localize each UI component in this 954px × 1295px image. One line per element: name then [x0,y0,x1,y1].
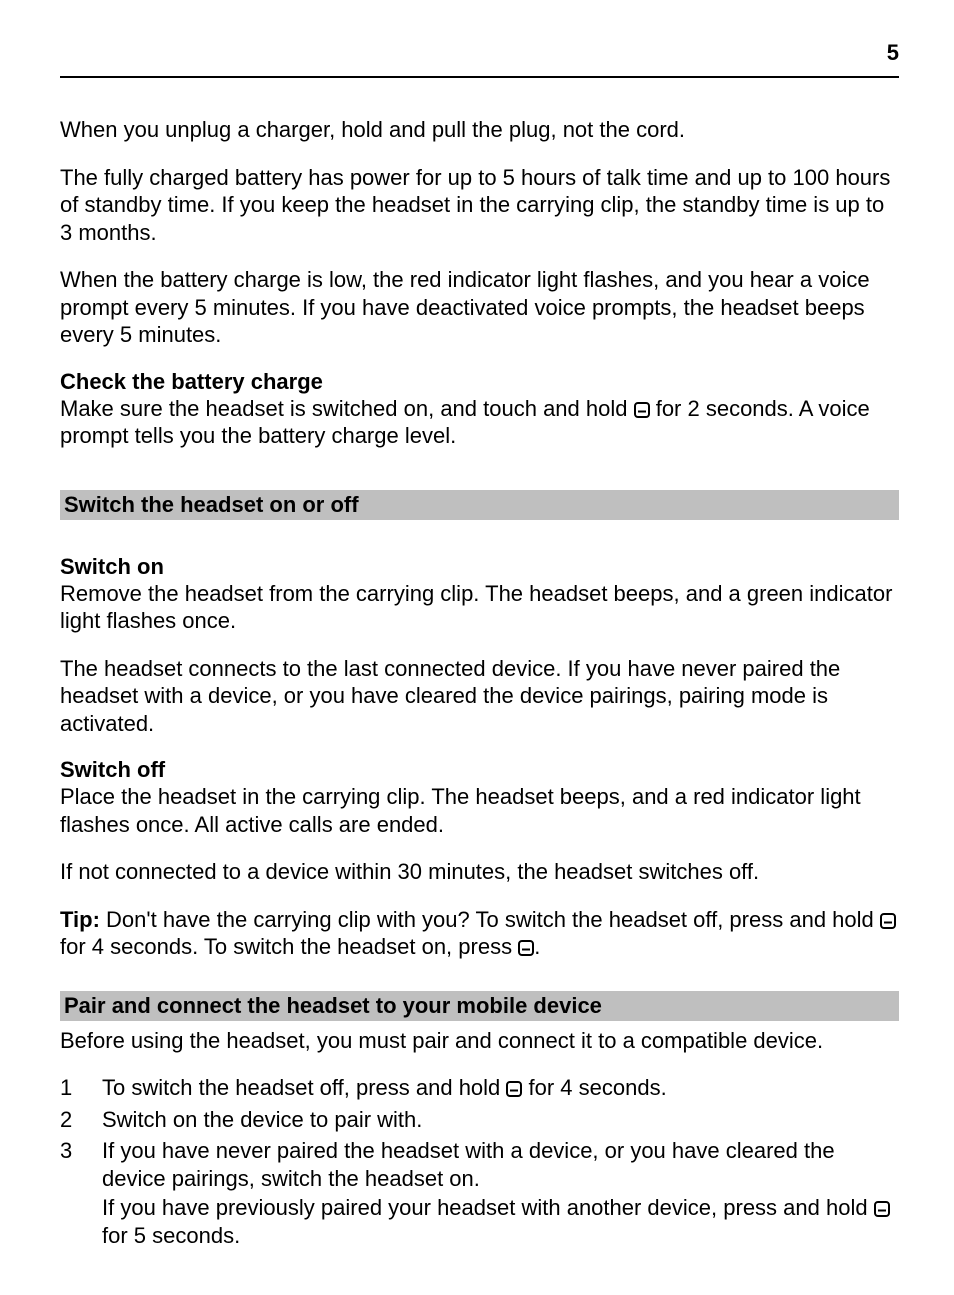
text: for 5 seconds. [102,1223,240,1248]
text: Don't have the carrying clip with you? T… [100,907,880,932]
text: for 4 seconds. To switch the headset on,… [60,934,518,959]
page-number: 5 [60,40,899,78]
text: . [534,934,540,959]
paragraph: When the battery charge is low, the red … [60,266,899,349]
section-heading-switch: Switch the headset on or off [60,490,899,520]
multifunction-key-icon [506,1081,522,1097]
text: Switch on the device to pair with. [102,1107,422,1132]
paragraph: When you unplug a charger, hold and pull… [60,116,899,144]
paragraph: Remove the headset from the carrying cli… [60,580,899,635]
text: Make sure the headset is switched on, an… [60,396,634,421]
paragraph: Make sure the headset is switched on, an… [60,395,899,450]
paragraph: Place the headset in the carrying clip. … [60,783,899,838]
document-page: 5 When you unplug a charger, hold and pu… [0,0,954,1295]
step-number: 1 [60,1074,102,1102]
text: To switch the headset off, press and hol… [102,1075,506,1100]
text: If you have never paired the headset wit… [102,1137,899,1192]
step-number: 2 [60,1106,102,1134]
subheading-switch-off: Switch off [60,757,899,783]
multifunction-key-icon [874,1201,890,1217]
text: for 4 seconds. [522,1075,666,1100]
paragraph: The fully charged battery has power for … [60,164,899,247]
subheading-check-battery: Check the battery charge [60,369,899,395]
list-item: 2 Switch on the device to pair with. [60,1106,899,1134]
multifunction-key-icon [880,913,896,929]
multifunction-key-icon [634,402,650,418]
paragraph: If not connected to a device within 30 m… [60,858,899,886]
subheading-switch-on: Switch on [60,554,899,580]
list-item: 3 If you have never paired the headset w… [60,1137,899,1251]
paragraph: Before using the headset, you must pair … [60,1027,899,1055]
paragraph: The headset connects to the last connect… [60,655,899,738]
tip-paragraph: Tip: Don't have the carrying clip with y… [60,906,899,961]
text: If you have previously paired your heads… [102,1195,874,1220]
step-number: 3 [60,1137,102,1251]
tip-label: Tip: [60,907,100,932]
list-item: 1 To switch the headset off, press and h… [60,1074,899,1102]
multifunction-key-icon [518,940,534,956]
section-heading-pair: Pair and connect the headset to your mob… [60,991,899,1021]
numbered-steps: 1 To switch the headset off, press and h… [60,1074,899,1251]
